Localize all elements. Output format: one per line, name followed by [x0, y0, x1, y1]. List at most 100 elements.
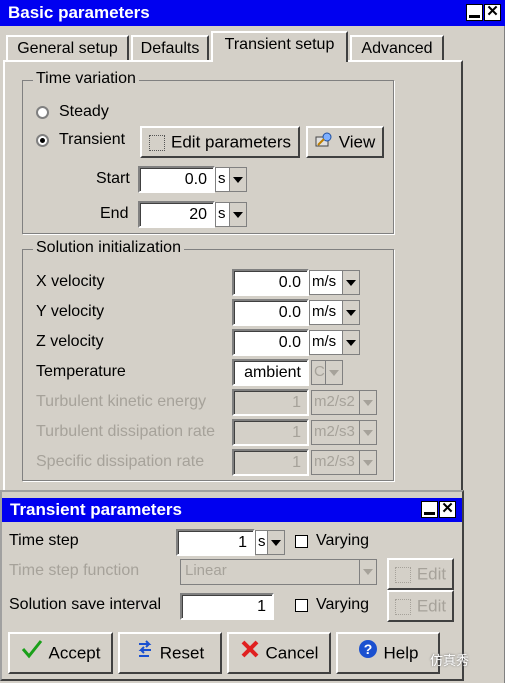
time-step-varying-label: Varying	[316, 532, 370, 549]
turbulent-dissipation-rate-unit-select: m2/s3	[311, 420, 377, 445]
tdr-unit-value: m2/s3	[311, 420, 361, 445]
time-step-function-label: Time step function	[9, 562, 140, 579]
tab-general-setup[interactable]: General setup	[6, 35, 129, 61]
z-velocity-unit-value: m/s	[309, 330, 344, 355]
time-step-varying-checkbox[interactable]	[295, 535, 308, 548]
transient-label: Transient	[59, 131, 126, 148]
save-interval-varying-label: Varying	[316, 596, 370, 613]
start-field[interactable]: 0.0	[138, 166, 215, 193]
x-velocity-unit-select[interactable]: m/s	[309, 270, 360, 295]
close-icon[interactable]: ✕	[484, 4, 501, 21]
save-interval-edit-button: Edit	[387, 590, 454, 622]
dialog-title: Transient parameters	[10, 500, 182, 519]
help-button[interactable]: ? Help	[336, 632, 440, 674]
time-step-function-select: Linear	[180, 559, 377, 585]
main-titlebar: Basic parameters ✕	[0, 0, 505, 26]
minimize-icon[interactable]	[421, 501, 438, 518]
cancel-button[interactable]: Cancel	[227, 632, 331, 674]
temperature-field[interactable]: ambient	[232, 359, 309, 386]
view-icon	[315, 129, 333, 157]
y-velocity-field[interactable]: 0.0	[232, 299, 309, 326]
end-field[interactable]: 20	[138, 201, 215, 228]
edit-icon	[394, 598, 411, 615]
turbulent-dissipation-rate-field: 1	[232, 419, 309, 446]
transient-parameters-dialog: Transient parameters ✕ Time step 1 s Var…	[0, 490, 464, 681]
sdr-unit-value: m2/s3	[311, 450, 361, 475]
solution-save-interval-label: Solution save interval	[9, 596, 162, 613]
dropdown-arrow-icon	[359, 390, 377, 415]
time-step-label: Time step	[9, 532, 79, 549]
temperature-label: Temperature	[36, 363, 126, 380]
y-velocity-label: Y velocity	[36, 303, 105, 320]
steady-label: Steady	[59, 103, 109, 120]
start-label: Start	[96, 170, 130, 187]
turbulent-dissipation-rate-label: Turbulent dissipation rate	[36, 423, 216, 440]
svg-text:?: ?	[363, 641, 372, 657]
dropdown-arrow-icon[interactable]	[342, 300, 360, 325]
cancel-label: Cancel	[265, 643, 319, 663]
accept-label: Accept	[48, 643, 101, 663]
dropdown-arrow-icon[interactable]	[342, 270, 360, 295]
y-velocity-unit-value: m/s	[309, 300, 344, 325]
turbulent-kinetic-energy-label: Turbulent kinetic energy	[36, 393, 207, 410]
tab-advanced[interactable]: Advanced	[350, 35, 444, 61]
x-velocity-field[interactable]: 0.0	[232, 269, 309, 296]
tab-defaults[interactable]: Defaults	[131, 35, 209, 61]
reset-label: Reset	[159, 643, 205, 663]
dropdown-arrow-icon	[325, 360, 343, 385]
transient-radio[interactable]	[36, 134, 49, 147]
cancel-x-icon	[240, 635, 260, 673]
tab-transient-setup[interactable]: Transient setup	[211, 31, 348, 62]
dropdown-arrow-icon	[359, 450, 377, 475]
z-velocity-label: Z velocity	[36, 333, 104, 350]
steady-radio[interactable]	[36, 106, 49, 119]
main-window-title: Basic parameters	[8, 3, 150, 22]
end-unit-select[interactable]: s	[215, 202, 247, 227]
help-icon: ?	[358, 635, 378, 673]
dropdown-arrow-icon	[359, 420, 377, 445]
help-label: Help	[383, 643, 419, 663]
edit-parameters-button[interactable]: Edit parameters	[140, 126, 300, 158]
edit-label: Edit	[416, 596, 447, 616]
solution-save-interval-field[interactable]: 1	[180, 593, 274, 620]
time-step-unit-select[interactable]: s	[255, 530, 285, 555]
reset-button[interactable]: Reset	[118, 632, 222, 674]
turbulent-kinetic-energy-field: 1	[232, 389, 309, 416]
x-velocity-label: X velocity	[36, 273, 105, 290]
minimize-icon[interactable]	[466, 4, 483, 21]
tke-unit-value: m2/s2	[311, 390, 361, 415]
start-unit-select[interactable]: s	[215, 167, 247, 192]
accept-button[interactable]: Accept	[8, 632, 113, 674]
z-velocity-field[interactable]: 0.0	[232, 329, 309, 356]
specific-dissipation-rate-label: Specific dissipation rate	[36, 453, 205, 470]
watermark-text: 仿真秀	[430, 653, 470, 668]
save-interval-varying-checkbox[interactable]	[295, 599, 308, 612]
turbulent-kinetic-energy-unit-select: m2/s2	[311, 390, 377, 415]
time-step-function-edit-button: Edit	[387, 558, 454, 590]
dropdown-arrow-icon[interactable]	[229, 202, 247, 227]
dropdown-arrow-icon[interactable]	[342, 330, 360, 355]
edit-icon	[394, 566, 411, 583]
temperature-unit-select: C	[311, 360, 343, 385]
z-velocity-unit-select[interactable]: m/s	[309, 330, 360, 355]
solution-init-legend: Solution initialization	[33, 239, 184, 257]
edit-label: Edit	[416, 564, 447, 584]
dropdown-arrow-icon[interactable]	[229, 167, 247, 192]
view-button[interactable]: View	[306, 126, 384, 158]
view-label: View	[338, 132, 376, 152]
end-label: End	[100, 205, 129, 222]
specific-dissipation-rate-unit-select: m2/s3	[311, 450, 377, 475]
edit-parameters-icon	[149, 134, 165, 151]
dropdown-arrow-icon[interactable]	[267, 530, 285, 555]
reset-icon	[136, 635, 154, 673]
time-step-field[interactable]: 1	[176, 529, 255, 556]
y-velocity-unit-select[interactable]: m/s	[309, 300, 360, 325]
x-velocity-unit-value: m/s	[309, 270, 344, 295]
edit-parameters-label: Edit parameters	[171, 132, 291, 152]
close-icon[interactable]: ✕	[439, 501, 456, 518]
dropdown-arrow-icon	[359, 559, 377, 585]
dialog-titlebar: Transient parameters ✕	[2, 498, 462, 522]
time-step-function-value: Linear	[180, 559, 361, 585]
time-variation-legend: Time variation	[33, 70, 139, 88]
accept-check-icon	[21, 635, 43, 673]
